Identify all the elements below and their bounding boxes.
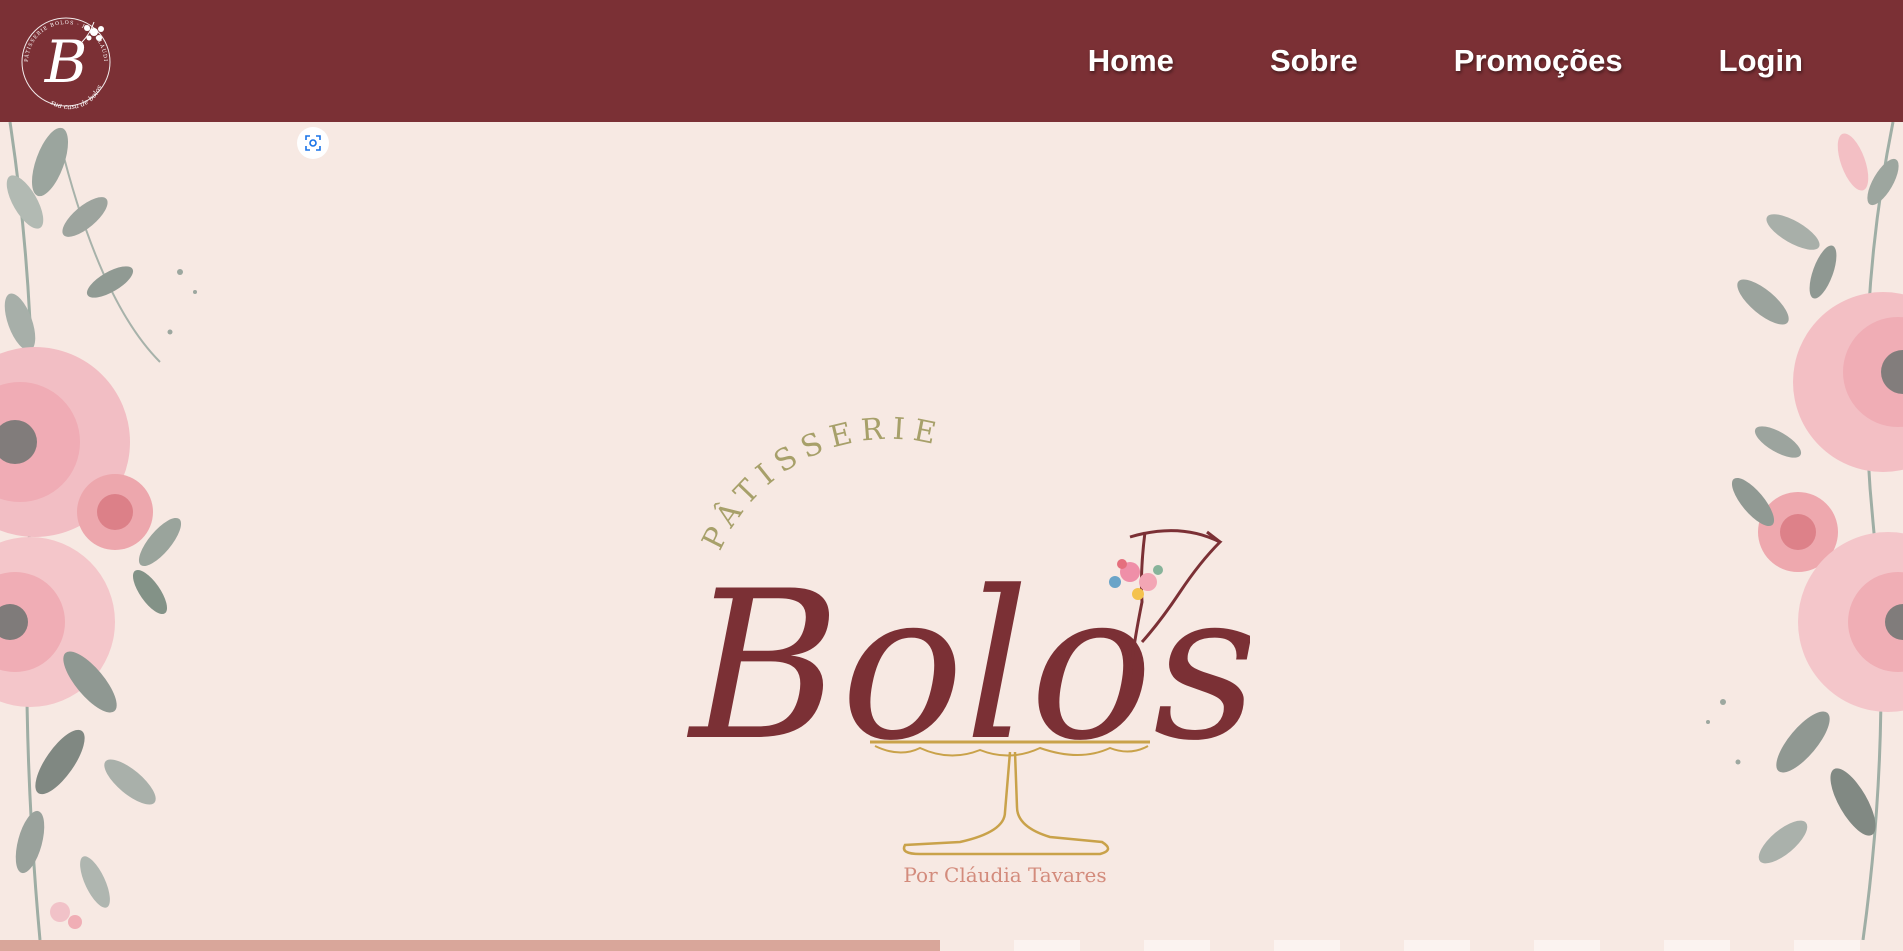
nav-link-sobre[interactable]: Sobre (1270, 43, 1358, 79)
bottom-tab (1144, 940, 1210, 951)
main-nav: Home Sobre Promoções Login (1088, 0, 1903, 122)
svg-text:B: B (44, 28, 88, 96)
image-search-button[interactable] (297, 127, 329, 159)
left-floral-decoration (0, 122, 197, 940)
bottom-tab (1274, 940, 1340, 951)
nav-link-login[interactable]: Login (1719, 43, 1803, 79)
bottom-section-edge (0, 940, 1903, 951)
patisserie-bolos-logo: PÂTISSERIE Bolos Por Cláudia Tavares (686, 411, 1250, 887)
bottom-tab (1404, 940, 1470, 951)
nav-link-promocoes[interactable]: Promoções (1454, 43, 1623, 79)
top-navbar: B PÂTISSERIE BOLOS · POR CLÁUDIA TAVARES… (0, 0, 1903, 122)
bottom-tab (1794, 940, 1860, 951)
bottom-tab (1014, 940, 1080, 951)
nav-link-home[interactable]: Home (1088, 43, 1174, 79)
svg-text:PÂTISSERIE: PÂTISSERIE (695, 411, 946, 555)
hero-section: PÂTISSERIE Bolos Por Cláudia Tavares (0, 122, 1903, 940)
bottom-bar (0, 940, 940, 951)
bottom-tab (1664, 940, 1730, 951)
svg-text:Por Cláudia Tavares: Por Cláudia Tavares (903, 863, 1106, 887)
image-search-icon (305, 135, 321, 151)
bottom-tab (1534, 940, 1600, 951)
right-floral-decoration (1706, 122, 1903, 940)
svg-text:Bolos: Bolos (686, 548, 1250, 786)
brand-logo[interactable]: B PÂTISSERIE BOLOS · POR CLÁUDIA TAVARES… (11, 8, 118, 112)
